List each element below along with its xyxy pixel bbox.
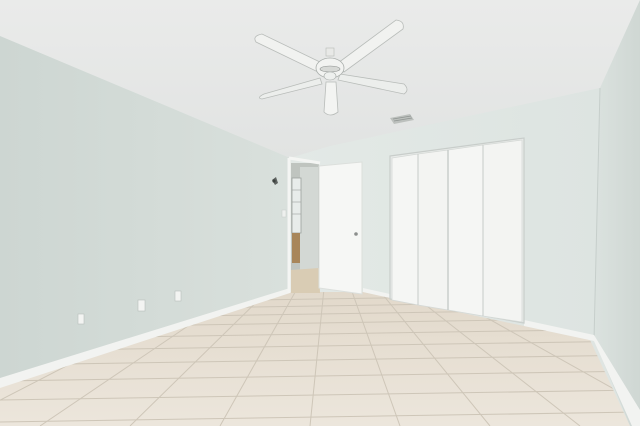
- room-photo: [0, 0, 640, 426]
- interior-door: [318, 161, 363, 295]
- door-knob: [354, 232, 358, 236]
- closet-panel-3: [447, 144, 484, 317]
- closet-panel-4: [482, 139, 523, 323]
- fan-trim-ring: [319, 65, 341, 73]
- hallway-wall: [300, 167, 318, 271]
- hallway-floor: [291, 268, 320, 293]
- room-illustration: [0, 0, 640, 426]
- electrical-outlet-2: [174, 290, 182, 302]
- closet-panel-2: [417, 149, 449, 311]
- closet-panel-1: [391, 153, 419, 306]
- electrical-outlet-3: [77, 313, 85, 325]
- fan-light-cap: [323, 71, 337, 81]
- fan-blade-front: [323, 81, 339, 116]
- hallway-window: [291, 177, 302, 234]
- hallway-cabinet: [292, 233, 300, 263]
- light-switch: [281, 209, 287, 218]
- fan-downrod: [325, 47, 335, 57]
- closet-bifold-doors: [391, 139, 523, 323]
- electrical-outlet: [137, 299, 146, 312]
